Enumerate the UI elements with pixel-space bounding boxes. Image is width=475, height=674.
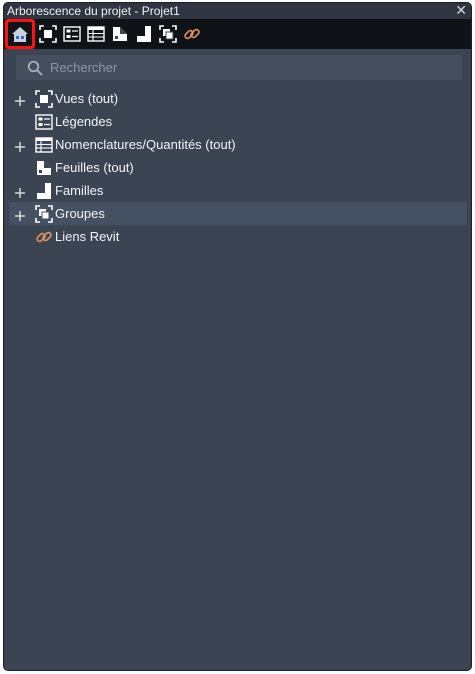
tree-item-label: Groupes: [55, 206, 105, 221]
schedules-icon: [87, 25, 105, 43]
schedules-filter-button[interactable]: [84, 22, 108, 46]
close-button[interactable]: ✕: [455, 3, 467, 18]
home-icon: [10, 24, 30, 44]
revit-links-filter-button[interactable]: [180, 22, 204, 46]
families-icon: [35, 182, 53, 200]
tree-item-label: Légendes: [55, 114, 113, 129]
revit-links-icon: [183, 25, 201, 43]
home-button[interactable]: [8, 22, 32, 46]
tree-item-sheets[interactable]: Feuilles (tout): [4, 156, 471, 179]
expand-icon[interactable]: [15, 140, 25, 152]
families-filter-button[interactable]: [132, 22, 156, 46]
legends-icon: [63, 25, 81, 43]
sheets-icon: [35, 159, 53, 177]
search-icon: [22, 60, 48, 76]
families-icon: [135, 25, 153, 43]
tree-item-label: Vues (tout): [55, 91, 119, 106]
groups-filter-button[interactable]: [156, 22, 180, 46]
title-bar[interactable]: Arborescence du projet - Projet1 ✕: [4, 3, 471, 19]
legends-filter-button[interactable]: [60, 22, 84, 46]
tree-item-label: Liens Revit: [55, 229, 120, 244]
window-title: Arborescence du projet - Projet1: [7, 4, 180, 18]
tree-item-label: Feuilles (tout): [55, 160, 134, 175]
schedules-icon: [35, 136, 53, 154]
views-icon: [35, 89, 53, 108]
project-browser-panel: Arborescence du projet - Projet1 ✕ Reche…: [3, 2, 472, 671]
expand-icon[interactable]: [15, 94, 25, 106]
expand-icon[interactable]: [15, 209, 25, 221]
tree-item-legends[interactable]: Légendes: [4, 110, 471, 133]
groups-icon: [159, 25, 177, 43]
tree-item-label: Familles: [55, 183, 104, 198]
groups-icon: [35, 204, 53, 223]
sheets-icon: [111, 25, 129, 43]
revit-links-icon: [35, 228, 53, 246]
sheets-filter-button[interactable]: [108, 22, 132, 46]
tree-item-families[interactable]: Familles: [4, 179, 471, 202]
search-input[interactable]: [48, 59, 452, 76]
project-tree: Vues (tout) Légendes Nomenclatures/Quant…: [4, 87, 471, 248]
search-box: [16, 55, 462, 80]
tree-item-groups[interactable]: Groupes: [9, 202, 467, 225]
toolbar: [4, 19, 471, 49]
legends-icon: [35, 113, 53, 131]
tree-item-revit-links[interactable]: Liens Revit: [4, 225, 471, 248]
tree-item-schedules[interactable]: Nomenclatures/Quantités (tout): [4, 133, 471, 156]
tree-item-views[interactable]: Vues (tout): [4, 87, 471, 110]
tree-item-label: Nomenclatures/Quantités (tout): [55, 137, 236, 152]
expand-icon[interactable]: [15, 186, 25, 198]
views-icon: [39, 25, 57, 43]
views-filter-button[interactable]: [36, 22, 60, 46]
